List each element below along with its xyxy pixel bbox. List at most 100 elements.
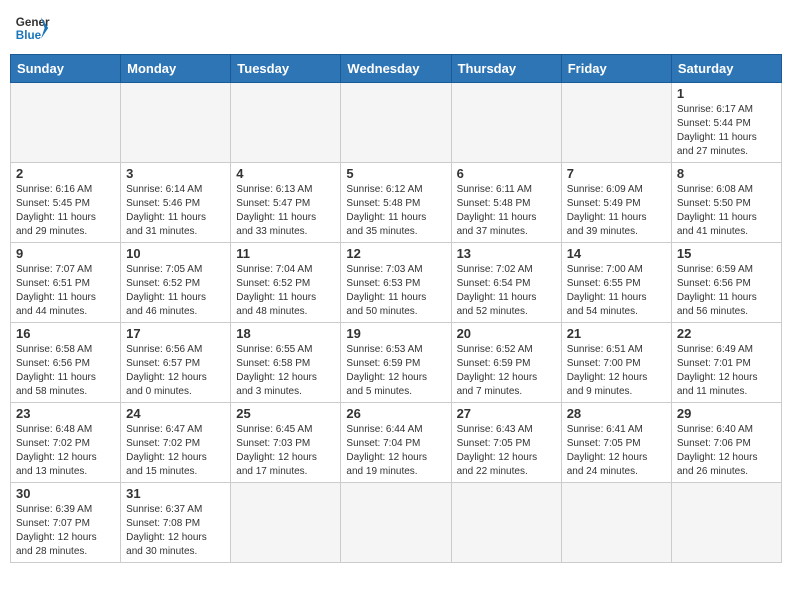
day-of-week-header: Wednesday [341, 55, 451, 83]
calendar-day-cell [451, 83, 561, 163]
day-info: Sunrise: 7:02 AM Sunset: 6:54 PM Dayligh… [457, 263, 556, 319]
day-info: Sunrise: 7:04 AM Sunset: 6:52 PM Dayligh… [236, 263, 335, 319]
day-number: 28 [567, 406, 666, 421]
day-number: 4 [236, 166, 335, 181]
day-number: 16 [16, 326, 115, 341]
calendar-day-cell: 31 Sunrise: 6:37 AM Sunset: 7:08 PM Dayli… [121, 483, 231, 563]
day-info: Sunrise: 6:51 AM Sunset: 7:00 PM Dayligh… [567, 343, 666, 399]
day-info: Sunrise: 7:00 AM Sunset: 6:55 PM Dayligh… [567, 263, 666, 319]
day-number: 11 [236, 246, 335, 261]
calendar-day-cell [341, 83, 451, 163]
day-number: 8 [677, 166, 776, 181]
day-of-week-header: Monday [121, 55, 231, 83]
calendar-header: SundayMondayTuesdayWednesdayThursdayFrid… [11, 55, 782, 83]
day-number: 25 [236, 406, 335, 421]
day-number: 5 [346, 166, 445, 181]
calendar-day-cell: 16 Sunrise: 6:58 AM Sunset: 6:56 PM Dayli… [11, 323, 121, 403]
day-number: 30 [16, 486, 115, 501]
day-number: 24 [126, 406, 225, 421]
calendar-week-row: 16 Sunrise: 6:58 AM Sunset: 6:56 PM Dayli… [11, 323, 782, 403]
page-header: General Blue [10, 10, 782, 46]
day-info: Sunrise: 7:03 AM Sunset: 6:53 PM Dayligh… [346, 263, 445, 319]
calendar-week-row: 30 Sunrise: 6:39 AM Sunset: 7:07 PM Dayli… [11, 483, 782, 563]
calendar-day-cell: 10 Sunrise: 7:05 AM Sunset: 6:52 PM Dayli… [121, 243, 231, 323]
day-info: Sunrise: 6:11 AM Sunset: 5:48 PM Dayligh… [457, 183, 556, 239]
calendar-day-cell: 27 Sunrise: 6:43 AM Sunset: 7:05 PM Dayli… [451, 403, 561, 483]
calendar-day-cell: 13 Sunrise: 7:02 AM Sunset: 6:54 PM Dayli… [451, 243, 561, 323]
calendar-day-cell: 8 Sunrise: 6:08 AM Sunset: 5:50 PM Daylig… [671, 163, 781, 243]
day-of-week-header: Sunday [11, 55, 121, 83]
calendar-day-cell: 20Sunrise: 6:52 AM Sunset: 6:59 PM Dayli… [451, 323, 561, 403]
day-of-week-header: Thursday [451, 55, 561, 83]
day-info: Sunrise: 6:17 AM Sunset: 5:44 PM Dayligh… [677, 103, 776, 159]
day-info: Sunrise: 6:37 AM Sunset: 7:08 PM Dayligh… [126, 503, 225, 559]
day-of-week-header: Friday [561, 55, 671, 83]
day-number: 27 [457, 406, 556, 421]
day-info: Sunrise: 6:44 AM Sunset: 7:04 PM Dayligh… [346, 423, 445, 479]
day-info: Sunrise: 6:58 AM Sunset: 6:56 PM Dayligh… [16, 343, 115, 399]
calendar-day-cell: 3 Sunrise: 6:14 AM Sunset: 5:46 PM Daylig… [121, 163, 231, 243]
calendar-day-cell [451, 483, 561, 563]
svg-text:Blue: Blue [16, 29, 42, 42]
day-of-week-header: Tuesday [231, 55, 341, 83]
calendar-week-row: 23 Sunrise: 6:48 AM Sunset: 7:02 PM Dayli… [11, 403, 782, 483]
day-number: 17 [126, 326, 225, 341]
calendar-day-cell [671, 483, 781, 563]
calendar-day-cell [561, 483, 671, 563]
calendar-day-cell: 4Sunrise: 6:13 AM Sunset: 5:47 PM Daylig… [231, 163, 341, 243]
day-info: Sunrise: 6:55 AM Sunset: 6:58 PM Dayligh… [236, 343, 335, 399]
day-info: Sunrise: 6:47 AM Sunset: 7:02 PM Dayligh… [126, 423, 225, 479]
calendar-day-cell [11, 83, 121, 163]
calendar-day-cell: 12 Sunrise: 7:03 AM Sunset: 6:53 PM Dayli… [341, 243, 451, 323]
calendar-day-cell [341, 483, 451, 563]
calendar-day-cell: 18Sunrise: 6:55 AM Sunset: 6:58 PM Dayli… [231, 323, 341, 403]
day-number: 19 [346, 326, 445, 341]
day-info: Sunrise: 6:39 AM Sunset: 7:07 PM Dayligh… [16, 503, 115, 559]
day-info: Sunrise: 6:56 AM Sunset: 6:57 PM Dayligh… [126, 343, 225, 399]
day-number: 14 [567, 246, 666, 261]
day-number: 23 [16, 406, 115, 421]
day-number: 21 [567, 326, 666, 341]
day-number: 3 [126, 166, 225, 181]
day-number: 13 [457, 246, 556, 261]
day-info: Sunrise: 6:16 AM Sunset: 5:45 PM Dayligh… [16, 183, 115, 239]
calendar-day-cell: 25Sunrise: 6:45 AM Sunset: 7:03 PM Dayli… [231, 403, 341, 483]
day-info: Sunrise: 6:49 AM Sunset: 7:01 PM Dayligh… [677, 343, 776, 399]
day-info: Sunrise: 6:14 AM Sunset: 5:46 PM Dayligh… [126, 183, 225, 239]
calendar-day-cell: 15Sunrise: 6:59 AM Sunset: 6:56 PM Dayli… [671, 243, 781, 323]
calendar-day-cell [231, 483, 341, 563]
calendar-day-cell: 5 Sunrise: 6:12 AM Sunset: 5:48 PM Daylig… [341, 163, 451, 243]
day-info: Sunrise: 6:48 AM Sunset: 7:02 PM Dayligh… [16, 423, 115, 479]
calendar-week-row: 2 Sunrise: 6:16 AM Sunset: 5:45 PM Daylig… [11, 163, 782, 243]
day-number: 2 [16, 166, 115, 181]
day-number: 10 [126, 246, 225, 261]
calendar-body: 1 Sunrise: 6:17 AM Sunset: 5:44 PM Daylig… [11, 83, 782, 563]
calendar-day-cell: 21 Sunrise: 6:51 AM Sunset: 7:00 PM Dayli… [561, 323, 671, 403]
day-info: Sunrise: 7:07 AM Sunset: 6:51 PM Dayligh… [16, 263, 115, 319]
day-number: 1 [677, 86, 776, 101]
day-number: 15 [677, 246, 776, 261]
calendar-day-cell: 29Sunrise: 6:40 AM Sunset: 7:06 PM Dayli… [671, 403, 781, 483]
day-number: 29 [677, 406, 776, 421]
day-info: Sunrise: 6:08 AM Sunset: 5:50 PM Dayligh… [677, 183, 776, 239]
calendar-day-cell: 1 Sunrise: 6:17 AM Sunset: 5:44 PM Daylig… [671, 83, 781, 163]
day-info: Sunrise: 6:43 AM Sunset: 7:05 PM Dayligh… [457, 423, 556, 479]
calendar-day-cell [561, 83, 671, 163]
calendar-table: SundayMondayTuesdayWednesdayThursdayFrid… [10, 54, 782, 563]
calendar-day-cell: 28 Sunrise: 6:41 AM Sunset: 7:05 PM Dayli… [561, 403, 671, 483]
logo-icon: General Blue [14, 10, 50, 46]
calendar-day-cell [231, 83, 341, 163]
calendar-day-cell: 9Sunrise: 7:07 AM Sunset: 6:51 PM Daylig… [11, 243, 121, 323]
day-info: Sunrise: 7:05 AM Sunset: 6:52 PM Dayligh… [126, 263, 225, 319]
calendar-day-cell: 6Sunrise: 6:11 AM Sunset: 5:48 PM Daylig… [451, 163, 561, 243]
day-info: Sunrise: 6:09 AM Sunset: 5:49 PM Dayligh… [567, 183, 666, 239]
day-number: 26 [346, 406, 445, 421]
calendar-week-row: 1 Sunrise: 6:17 AM Sunset: 5:44 PM Daylig… [11, 83, 782, 163]
calendar-day-cell: 24 Sunrise: 6:47 AM Sunset: 7:02 PM Dayli… [121, 403, 231, 483]
day-info: Sunrise: 6:12 AM Sunset: 5:48 PM Dayligh… [346, 183, 445, 239]
day-info: Sunrise: 6:41 AM Sunset: 7:05 PM Dayligh… [567, 423, 666, 479]
days-of-week-row: SundayMondayTuesdayWednesdayThursdayFrid… [11, 55, 782, 83]
calendar-day-cell: 7Sunrise: 6:09 AM Sunset: 5:49 PM Daylig… [561, 163, 671, 243]
day-number: 31 [126, 486, 225, 501]
day-number: 12 [346, 246, 445, 261]
